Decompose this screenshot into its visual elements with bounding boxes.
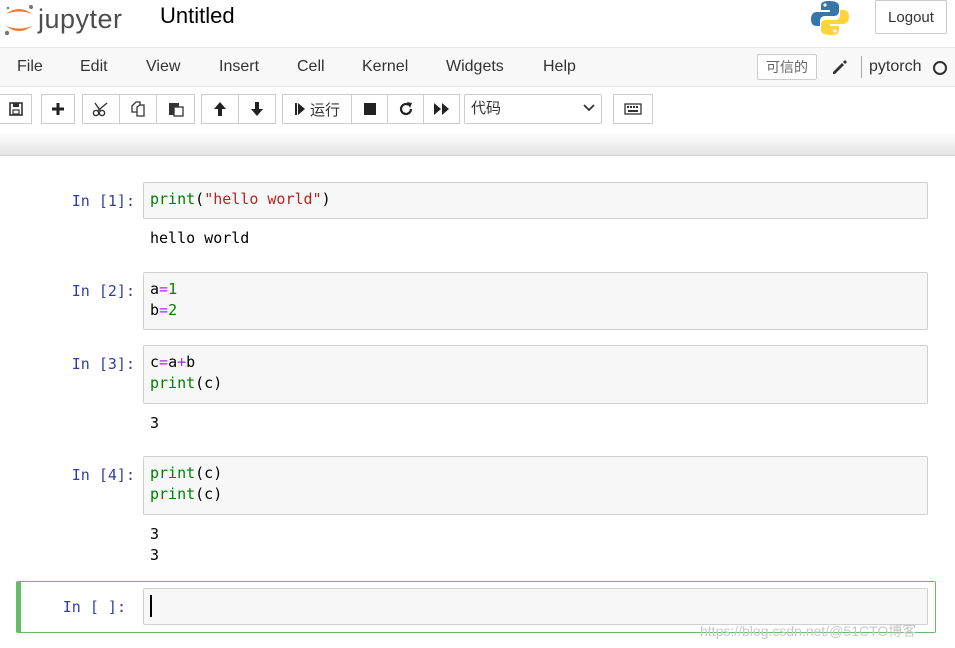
save-button[interactable] <box>0 94 32 124</box>
cell-3-prompt: In [3]: <box>71 355 135 373</box>
insert-cell-button[interactable] <box>41 94 75 124</box>
cell-3-output: 3 <box>150 414 160 432</box>
cell-1-output: hello world <box>150 229 250 247</box>
arrow-down-icon <box>251 102 263 116</box>
logo-text: jupyter <box>38 4 123 34</box>
move-up-button[interactable] <box>201 94 239 124</box>
cell-4-prompt: In [4]: <box>71 466 135 484</box>
menu-edit[interactable]: Edit <box>80 48 108 86</box>
menu-file[interactable]: File <box>17 48 43 86</box>
kernel-idle-indicator <box>933 61 947 75</box>
jupyter-logo[interactable]: jupyter <box>2 2 137 38</box>
cell-1-input[interactable]: print("hello world") <box>143 182 928 219</box>
copy-button[interactable] <box>119 94 157 124</box>
chevron-down-icon <box>583 104 595 112</box>
copy-icon <box>131 101 145 117</box>
logout-button[interactable]: Logout <box>875 0 947 34</box>
python-logo-icon <box>811 1 849 35</box>
cell-5-input[interactable] <box>143 588 928 625</box>
cell-3-input[interactable]: c=a+b print(c) <box>143 345 928 404</box>
cell-2-prompt: In [2]: <box>71 282 135 300</box>
menubar: File Edit View Insert Cell Kernel Widget… <box>0 47 955 87</box>
cell-type-select[interactable]: 代码 <box>464 94 602 124</box>
step-forward-icon <box>294 103 305 115</box>
pencil-icon[interactable] <box>830 58 848 76</box>
interrupt-button[interactable] <box>351 94 388 124</box>
trusted-indicator[interactable]: 可信的 <box>757 54 817 80</box>
kernel-separator <box>861 56 862 78</box>
header-shadow <box>0 131 955 156</box>
menu-view[interactable]: View <box>146 48 180 86</box>
cell-4-input[interactable]: print(c) print(c) <box>143 456 928 515</box>
arrow-up-icon <box>214 102 226 116</box>
kernel-name[interactable]: pytorch <box>869 48 921 86</box>
keyboard-icon <box>624 103 642 115</box>
cut-button[interactable] <box>82 94 120 124</box>
notebook-title[interactable]: Untitled <box>160 3 235 29</box>
run-button[interactable]: 运行 <box>282 94 352 124</box>
cell-type-value: 代码 <box>471 100 502 117</box>
paste-button[interactable] <box>156 94 195 124</box>
watermark: https://blog.csdn.net/@51CTO博客 <box>700 623 917 639</box>
menu-insert[interactable]: Insert <box>219 48 259 86</box>
cell-5-prompt: In [ ]: <box>62 598 126 616</box>
jupyter-logo-icon <box>4 5 33 36</box>
cell-2-input[interactable]: a=1 b=2 <box>143 272 928 330</box>
restart-run-all-button[interactable] <box>423 94 460 124</box>
notebook-container[interactable]: In [1]: print("hello world") hello world… <box>0 156 955 648</box>
toolbar: 运行 代码 <box>0 87 955 131</box>
fast-forward-icon <box>433 103 449 115</box>
run-label: 运行 <box>309 101 340 119</box>
cell-1-prompt: In [1]: <box>71 192 135 210</box>
menu-help[interactable]: Help <box>543 48 576 86</box>
save-icon <box>8 102 23 116</box>
move-down-button[interactable] <box>238 94 276 124</box>
command-palette-button[interactable] <box>613 94 653 124</box>
plus-icon <box>52 103 64 115</box>
paste-icon <box>168 103 184 117</box>
menu-widgets[interactable]: Widgets <box>446 48 504 86</box>
header: jupyter Untitled Logout <box>0 0 955 46</box>
scissors-icon <box>92 102 108 117</box>
text-cursor <box>150 595 152 617</box>
menu-kernel[interactable]: Kernel <box>362 48 408 86</box>
cell-4-output: 3 3 <box>150 525 160 564</box>
menu-cell[interactable]: Cell <box>297 48 325 86</box>
refresh-icon <box>399 102 412 116</box>
stop-icon <box>363 103 376 115</box>
restart-button[interactable] <box>387 94 424 124</box>
